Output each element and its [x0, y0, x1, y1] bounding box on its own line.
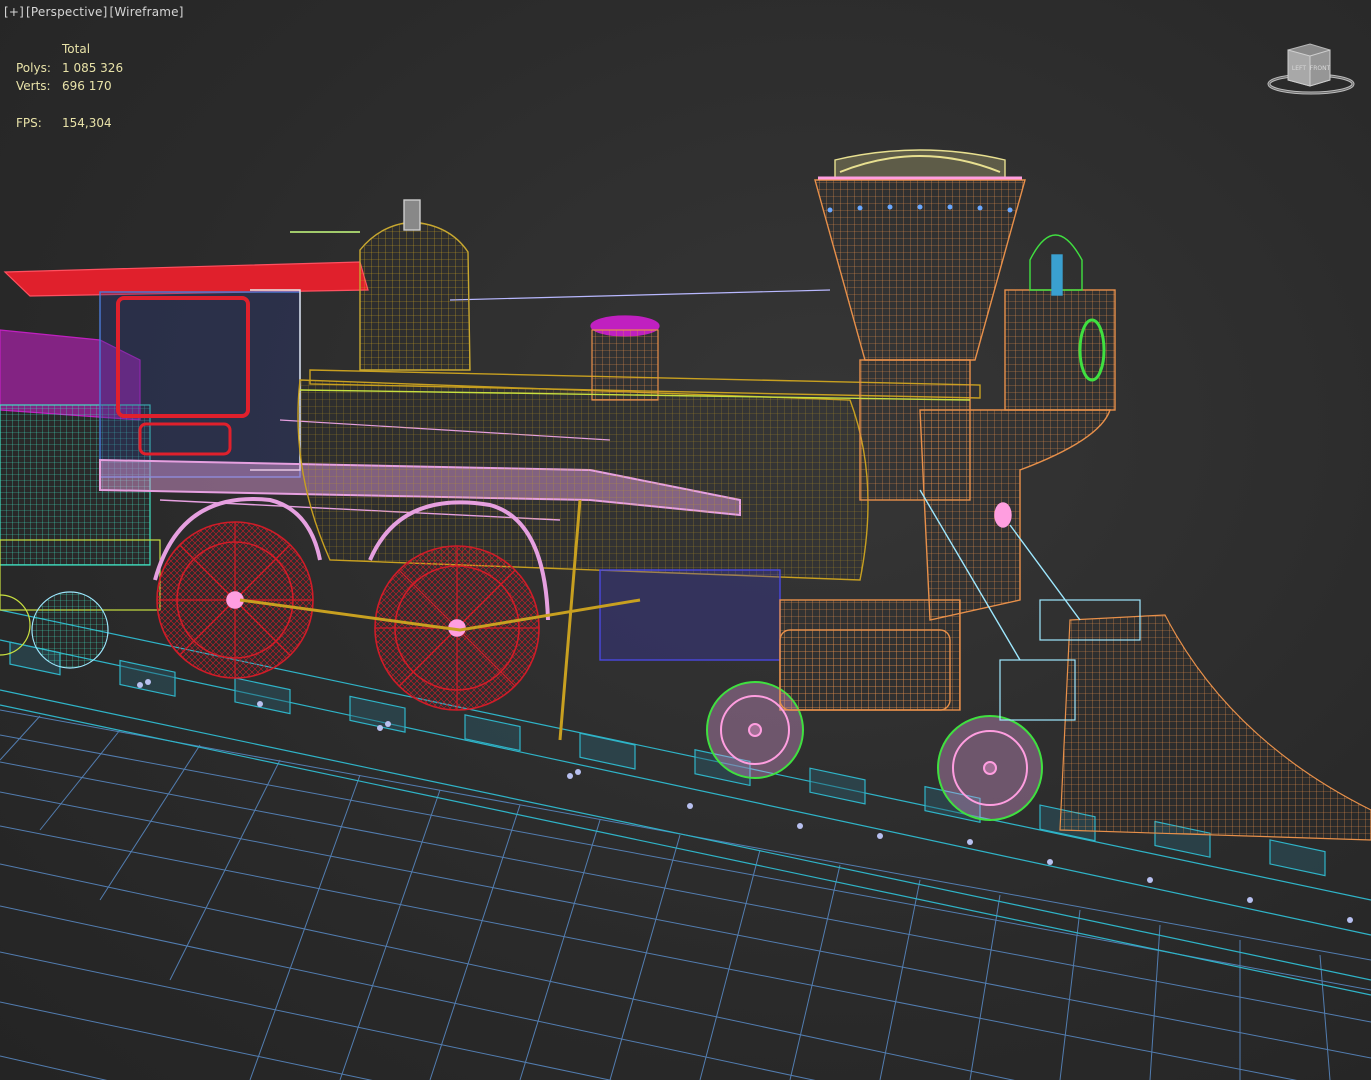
polys-value: 1 085 326: [62, 60, 124, 75]
fps-value: 154,304: [62, 115, 112, 130]
viewport-shading-menu[interactable]: [Wireframe]: [110, 5, 184, 19]
viewport-statistics: Total Polys: 1 085 326 Verts: 696 170 FP…: [16, 40, 123, 132]
steam-dome: [590, 315, 660, 401]
viewport-label: [+] [Perspective] [Wireframe]: [4, 5, 184, 19]
viewcube[interactable]: LEFT FRONT: [1262, 40, 1360, 100]
headlamp: [1004, 234, 1116, 411]
drive-wheel-rear: [156, 521, 314, 679]
polys-label: Polys:: [16, 60, 51, 75]
viewport-perspective[interactable]: [+] [Perspective] [Wireframe] Total Poly…: [0, 0, 1371, 1080]
verts-label: Verts:: [16, 79, 51, 93]
verts-value: 696 170: [62, 79, 112, 93]
viewcube-face-front[interactable]: FRONT: [1310, 65, 1331, 72]
viewcube-face-left[interactable]: LEFT: [1292, 65, 1306, 72]
stats-header: Total: [62, 42, 91, 56]
viewcube-icon[interactable]: LEFT FRONT: [1262, 40, 1360, 100]
front-truck-wheel-2: [937, 715, 1043, 821]
front-truck-frame: [779, 629, 951, 711]
drive-wheel-front: [374, 545, 540, 711]
fps-label: FPS:: [16, 115, 42, 130]
sand-dome: [359, 199, 471, 371]
viewport-plus-menu[interactable]: [+]: [4, 5, 24, 19]
viewport-view-menu[interactable]: [Perspective]: [26, 5, 107, 19]
smokebox: [919, 409, 1111, 621]
wireframe-scene[interactable]: [0, 0, 1371, 1080]
cab-roof: [3, 261, 369, 297]
cowcatcher: [999, 599, 1371, 841]
